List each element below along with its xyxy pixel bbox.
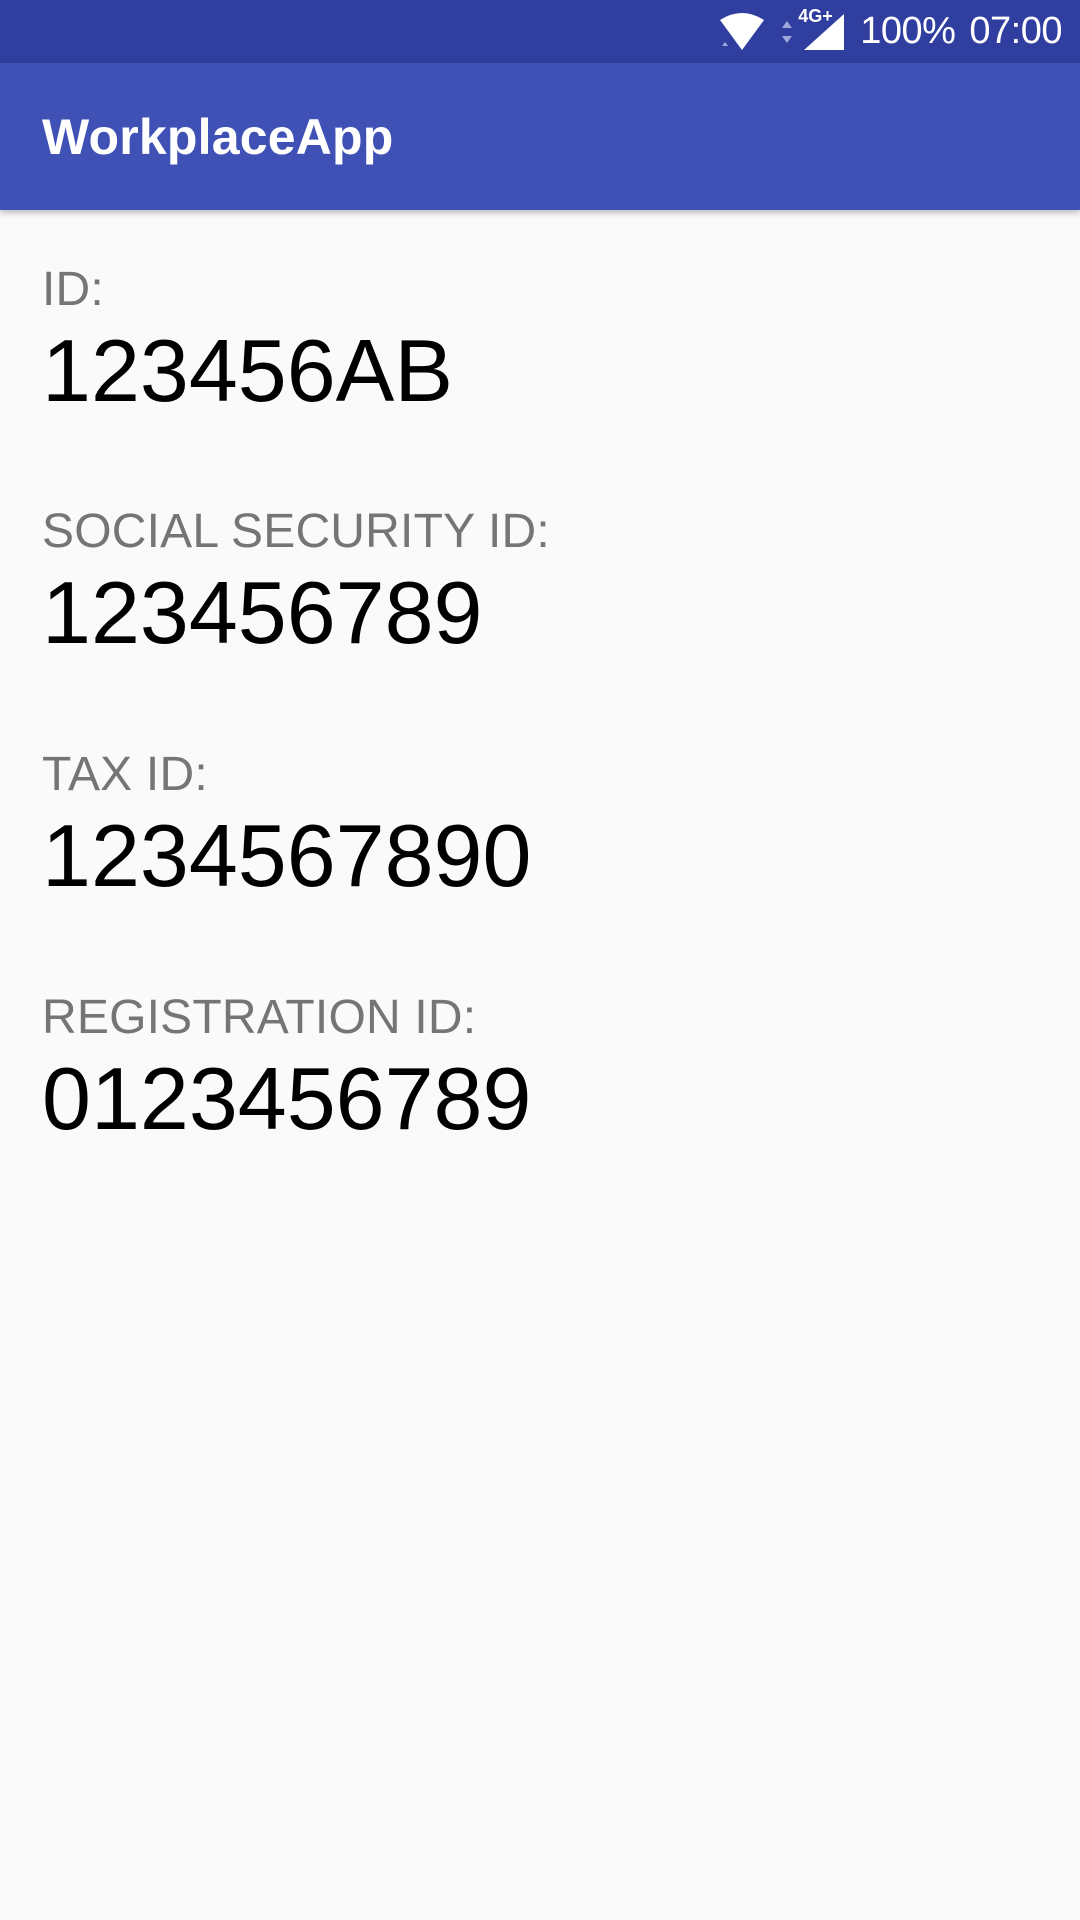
field-value: 1234567890 [42, 806, 532, 905]
field-value: 123456AB [42, 321, 454, 420]
network-type-label: 4G+ [798, 5, 833, 26]
data-arrows-icon [780, 17, 794, 47]
field-registration-id: REGISTRATION ID: 0123456789 [42, 989, 531, 1151]
status-bar: 4G+ 100% 07:00 [0, 0, 1080, 63]
field-label: SOCIAL SECURITY ID: [42, 505, 550, 558]
wifi-icon [718, 12, 766, 52]
field-id: ID: 123456AB [42, 261, 453, 423]
app-bar: WorkplaceApp [0, 63, 1080, 210]
cellular-indicator: 4G+ [780, 6, 846, 52]
battery-percentage: 100% [860, 10, 956, 52]
field-social-security-id: SOCIAL SECURITY ID: 123456789 [42, 503, 550, 665]
field-value: 0123456789 [42, 1049, 532, 1148]
field-value: 123456789 [42, 563, 483, 662]
clock: 07:00 [969, 10, 1062, 52]
cell-signal-icon: 4G+ [798, 6, 846, 52]
field-label: REGISTRATION ID: [42, 991, 477, 1044]
app-title: WorkplaceApp [42, 108, 394, 165]
field-label: ID: [42, 263, 104, 316]
field-tax-id: TAX ID: 1234567890 [42, 746, 531, 908]
field-label: TAX ID: [42, 748, 208, 801]
